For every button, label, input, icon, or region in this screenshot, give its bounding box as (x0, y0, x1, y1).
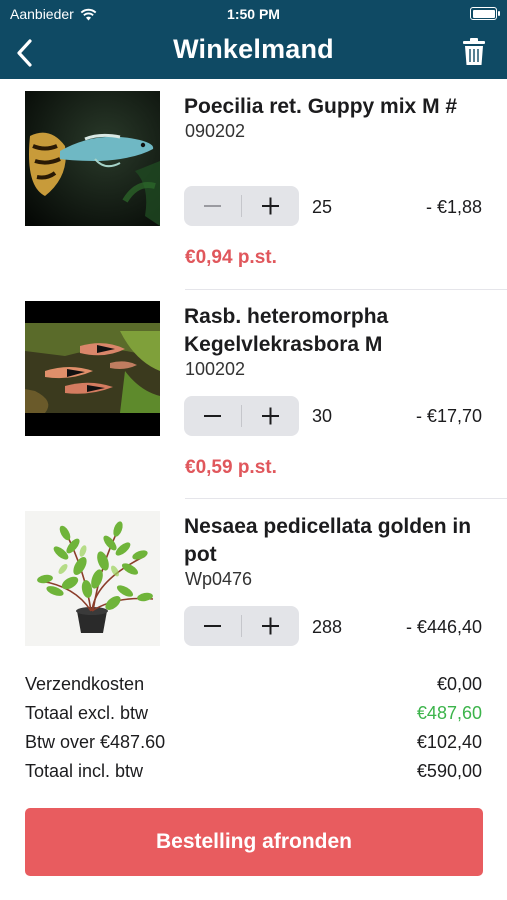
decrease-quantity-button[interactable] (184, 606, 241, 646)
line-total: - €1,88 (425, 197, 482, 217)
summary-row-total: Totaal incl. btw €590,00 (25, 759, 482, 788)
product-image-guppy[interactable] (25, 91, 160, 226)
quantity-stepper (184, 186, 299, 226)
product-name: Rasb. heteromorpha Kegelvlekrasbora M (184, 305, 389, 356)
summary-row-subtotal: Totaal excl. btw €487,60 (25, 701, 482, 730)
plus-icon (262, 407, 279, 425)
navigation-bar: Winkelmand (0, 28, 507, 79)
summary-value: €487,60 (416, 703, 482, 723)
line-total: - €446,40 (405, 617, 482, 637)
status-bar: Aanbieder 1:50 PM (0, 0, 507, 28)
quantity-value: 30 (312, 406, 333, 426)
product-code: 090202 (185, 121, 246, 141)
product-code: Wp0476 (185, 569, 253, 589)
product-image-plant[interactable] (25, 511, 160, 646)
summary-label: Totaal excl. btw (25, 703, 149, 723)
clear-cart-button[interactable] (463, 38, 485, 66)
divider (185, 498, 507, 499)
summary-value: €0,00 (436, 674, 482, 694)
summary-row-vat: Btw over €487.60 €102,40 (25, 730, 482, 759)
battery-icon (470, 7, 500, 20)
product-name: Poecilia ret. Guppy mix M # (184, 95, 458, 118)
summary-label: Totaal incl. btw (25, 761, 144, 781)
quantity-stepper (184, 396, 299, 436)
summary-label: Btw over €487.60 (25, 732, 166, 752)
product-image-rasbora[interactable] (25, 301, 160, 436)
checkout-button[interactable]: Bestelling afronden (25, 808, 483, 876)
minus-icon (204, 205, 221, 207)
decrease-quantity-button[interactable] (184, 186, 241, 226)
decrease-quantity-button[interactable] (184, 396, 241, 436)
minus-icon (204, 625, 221, 627)
order-summary: Verzendkosten €0,00 Totaal excl. btw €48… (25, 672, 482, 788)
clock: 1:50 PM (227, 6, 280, 22)
product-code: 100202 (185, 359, 246, 379)
unit-price: €0,94 p.st. (185, 247, 277, 268)
increase-quantity-button[interactable] (242, 606, 299, 646)
line-total: - €17,70 (415, 406, 482, 426)
quantity-value: 25 (312, 197, 333, 217)
product-name: Nesaea pedicellata golden in pot (184, 515, 472, 566)
unit-price: €0,59 p.st. (185, 457, 277, 478)
summary-row-shipping: Verzendkosten €0,00 (25, 672, 482, 701)
minus-icon (204, 415, 221, 417)
increase-quantity-button[interactable] (242, 186, 299, 226)
increase-quantity-button[interactable] (242, 396, 299, 436)
plus-icon (262, 617, 279, 635)
app-header: Aanbieder 1:50 PM Winkelmand (0, 0, 507, 79)
quantity-stepper (184, 606, 299, 646)
page-title: Winkelmand (173, 34, 334, 64)
divider (185, 289, 507, 290)
summary-value: €102,40 (416, 732, 482, 752)
summary-label: Verzendkosten (25, 674, 145, 694)
quantity-value: 288 (312, 617, 343, 637)
trash-icon (463, 38, 485, 65)
plus-icon (262, 197, 279, 215)
summary-value: €590,00 (416, 761, 482, 781)
